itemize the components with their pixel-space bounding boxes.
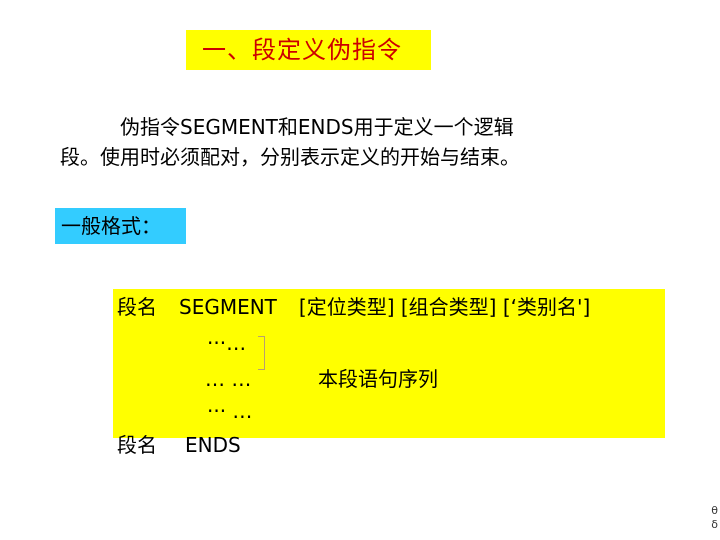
- ellipsis-line-3: ··· …: [207, 399, 253, 423]
- corner-mark-1: θ: [711, 504, 718, 517]
- page-title: 一、段定义伪指令: [186, 30, 431, 70]
- segment-line: 段名 SEGMENT [定位类型] [组合类型] [‘类别名']: [117, 294, 590, 320]
- format-label: 一般格式：: [55, 208, 186, 244]
- description-paragraph: 伪指令SEGMENT和ENDS用于定义一个逻辑 段。使用时必须配对，分别表示定义…: [60, 112, 700, 172]
- corner-marks: θ δ: [711, 504, 718, 532]
- description-line-2: 段。使用时必须配对，分别表示定义的开始与结束。: [60, 145, 520, 169]
- ends-line: 段名 ENDS: [117, 432, 241, 458]
- ends-name-label: 段名: [117, 433, 157, 457]
- description-line-1: 伪指令SEGMENT和ENDS用于定义一个逻辑: [120, 115, 514, 139]
- corner-mark-2: δ: [711, 518, 718, 531]
- segment-name-label: 段名: [117, 295, 157, 319]
- segment-arguments: [定位类型] [组合类型] [‘类别名']: [298, 295, 591, 319]
- ends-keyword: ENDS: [185, 433, 241, 457]
- ellipsis-line-1: ···…: [207, 331, 247, 355]
- segment-keyword: SEGMENT: [179, 295, 277, 319]
- statement-annotation: 本段语句序列: [318, 367, 438, 391]
- statement-bracket: [258, 336, 265, 370]
- ellipsis-line-2: … …: [205, 367, 252, 391]
